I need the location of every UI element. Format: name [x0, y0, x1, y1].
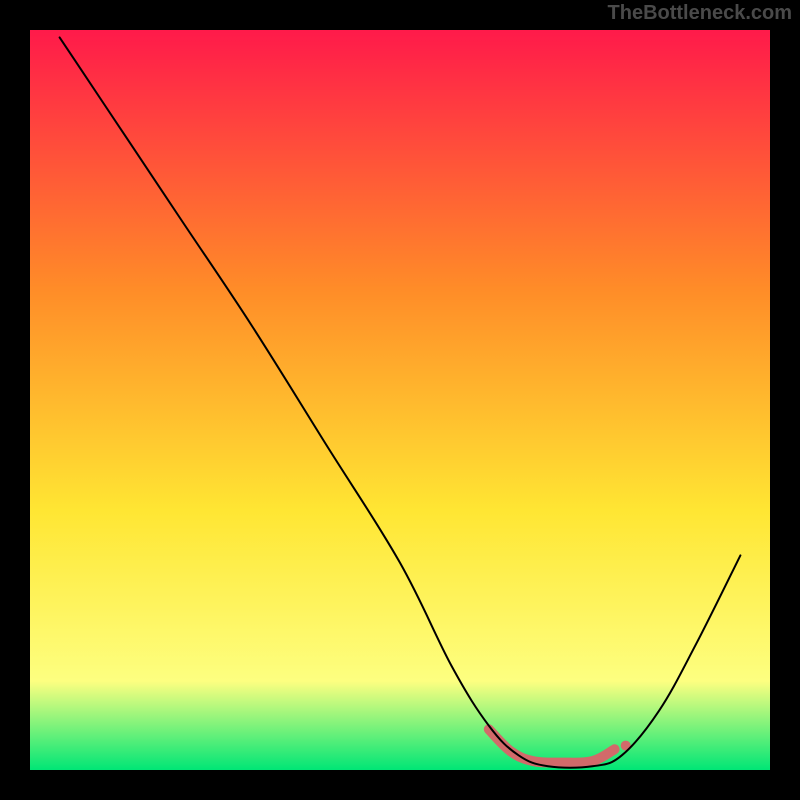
plot-background — [30, 30, 770, 770]
chart-svg — [0, 0, 800, 800]
chart-container: { "watermark": "TheBottleneck.com", "cha… — [0, 0, 800, 800]
watermark-text: TheBottleneck.com — [608, 2, 792, 25]
